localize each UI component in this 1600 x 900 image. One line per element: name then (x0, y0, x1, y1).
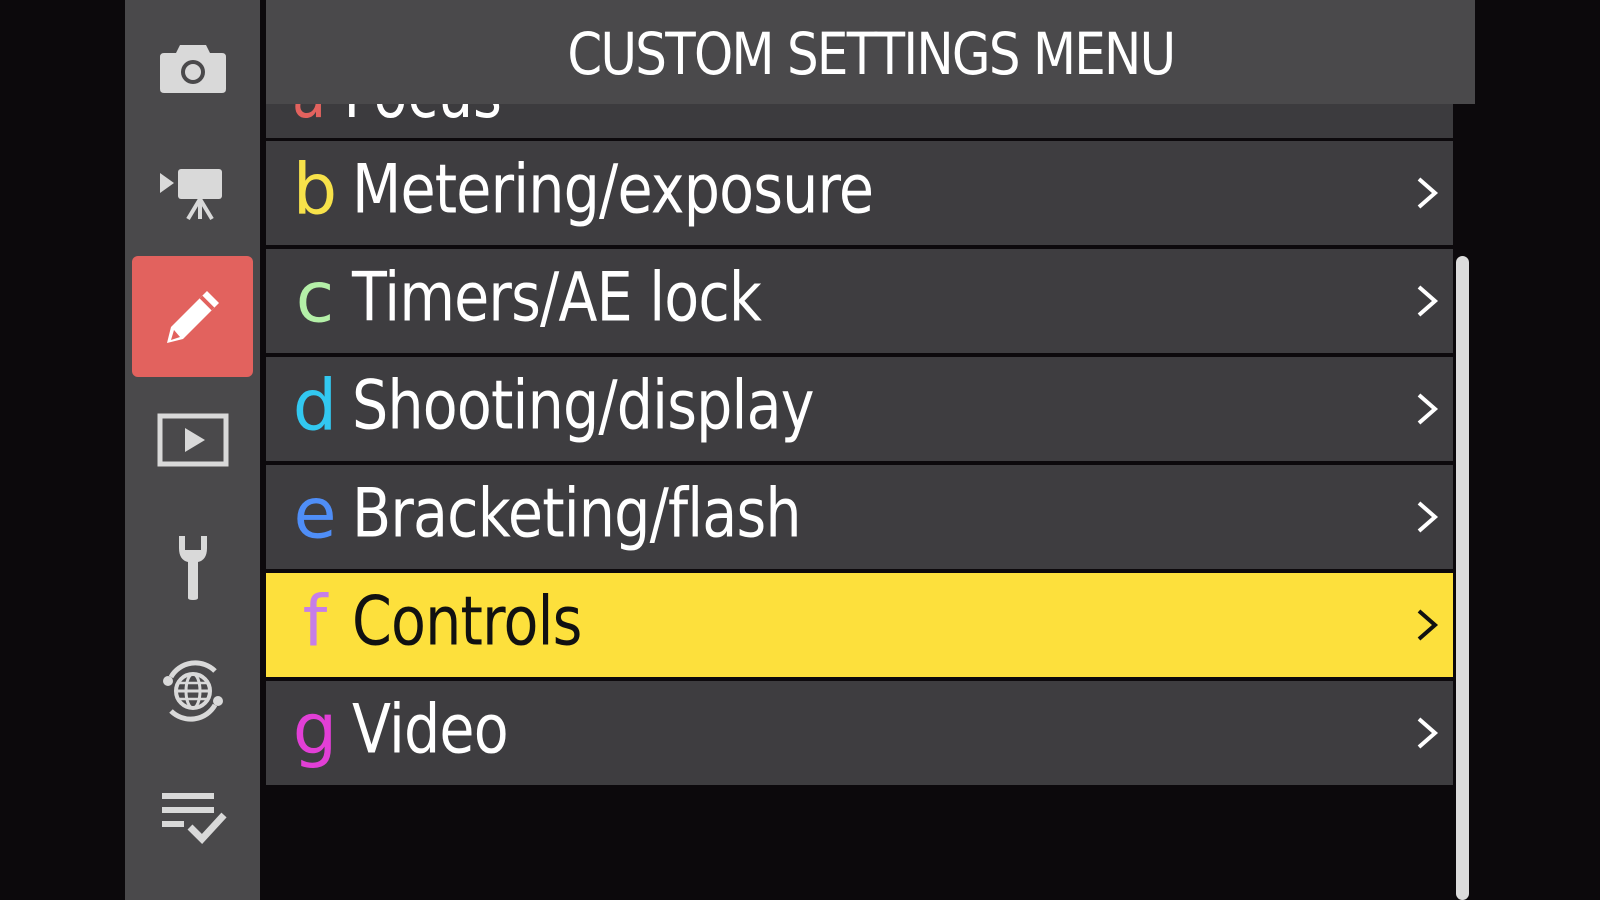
chevron-right-icon (1417, 717, 1439, 749)
menu-item-letter: g (292, 688, 338, 771)
menu-item-letter: f (302, 580, 328, 663)
custom-settings-list: a Focus b Metering/exposure c Timers/AE … (266, 104, 1453, 900)
menu-item-letter: c (295, 256, 335, 339)
video-camera-icon (158, 161, 228, 221)
menu-item-label: Controls (352, 582, 582, 662)
menu-header: CUSTOM SETTINGS MENU (266, 0, 1475, 104)
wrench-icon (173, 532, 213, 602)
tab-setup[interactable] (132, 506, 253, 627)
tab-movie-shooting[interactable] (132, 130, 253, 251)
menu-item-shooting-display[interactable]: d Shooting/display (266, 357, 1453, 461)
pencil-icon (161, 285, 225, 349)
menu-item-bracketing-flash[interactable]: e Bracketing/flash (266, 465, 1453, 569)
my-menu-icon (158, 787, 228, 847)
menu-item-label: Bracketing/flash (352, 474, 802, 554)
tab-my-menu[interactable] (132, 756, 253, 877)
menu-item-letter: d (292, 364, 338, 447)
chevron-right-icon (1417, 501, 1439, 533)
playback-icon (157, 413, 229, 469)
tab-custom-settings[interactable] (132, 256, 253, 377)
menu-item-timers-ae-lock[interactable]: c Timers/AE lock (266, 249, 1453, 353)
camera-menu-screen: CUSTOM SETTINGS MENU a Focus b Metering/… (0, 0, 1600, 900)
menu-item-label: Shooting/display (352, 366, 815, 446)
camera-icon (158, 39, 228, 95)
tab-network[interactable] (132, 630, 253, 751)
menu-tab-rail (125, 0, 260, 900)
menu-item-label: Focus (344, 104, 502, 133)
tab-playback[interactable] (132, 380, 253, 501)
menu-item-label: Timers/AE lock (352, 258, 762, 338)
chevron-right-icon (1417, 285, 1439, 317)
network-icon (157, 655, 229, 727)
tab-photo-shooting[interactable] (132, 6, 253, 127)
menu-item-video[interactable]: g Video (266, 681, 1453, 785)
menu-item-letter: b (292, 148, 338, 231)
menu-item-label: Metering/exposure (352, 150, 874, 230)
menu-item-label: Video (352, 690, 509, 770)
page-title: CUSTOM SETTINGS MENU (566, 20, 1176, 88)
chevron-right-icon (1417, 393, 1439, 425)
menu-item-metering-exposure[interactable]: b Metering/exposure (266, 141, 1453, 245)
chevron-right-icon (1417, 177, 1439, 209)
menu-item-letter: a (292, 104, 326, 133)
menu-item-partial[interactable]: a Focus (266, 104, 1453, 138)
menu-item-controls[interactable]: f Controls (266, 573, 1453, 677)
menu-item-letter: e (293, 472, 337, 555)
scrollbar[interactable] (1456, 256, 1469, 900)
chevron-right-icon (1417, 609, 1439, 641)
